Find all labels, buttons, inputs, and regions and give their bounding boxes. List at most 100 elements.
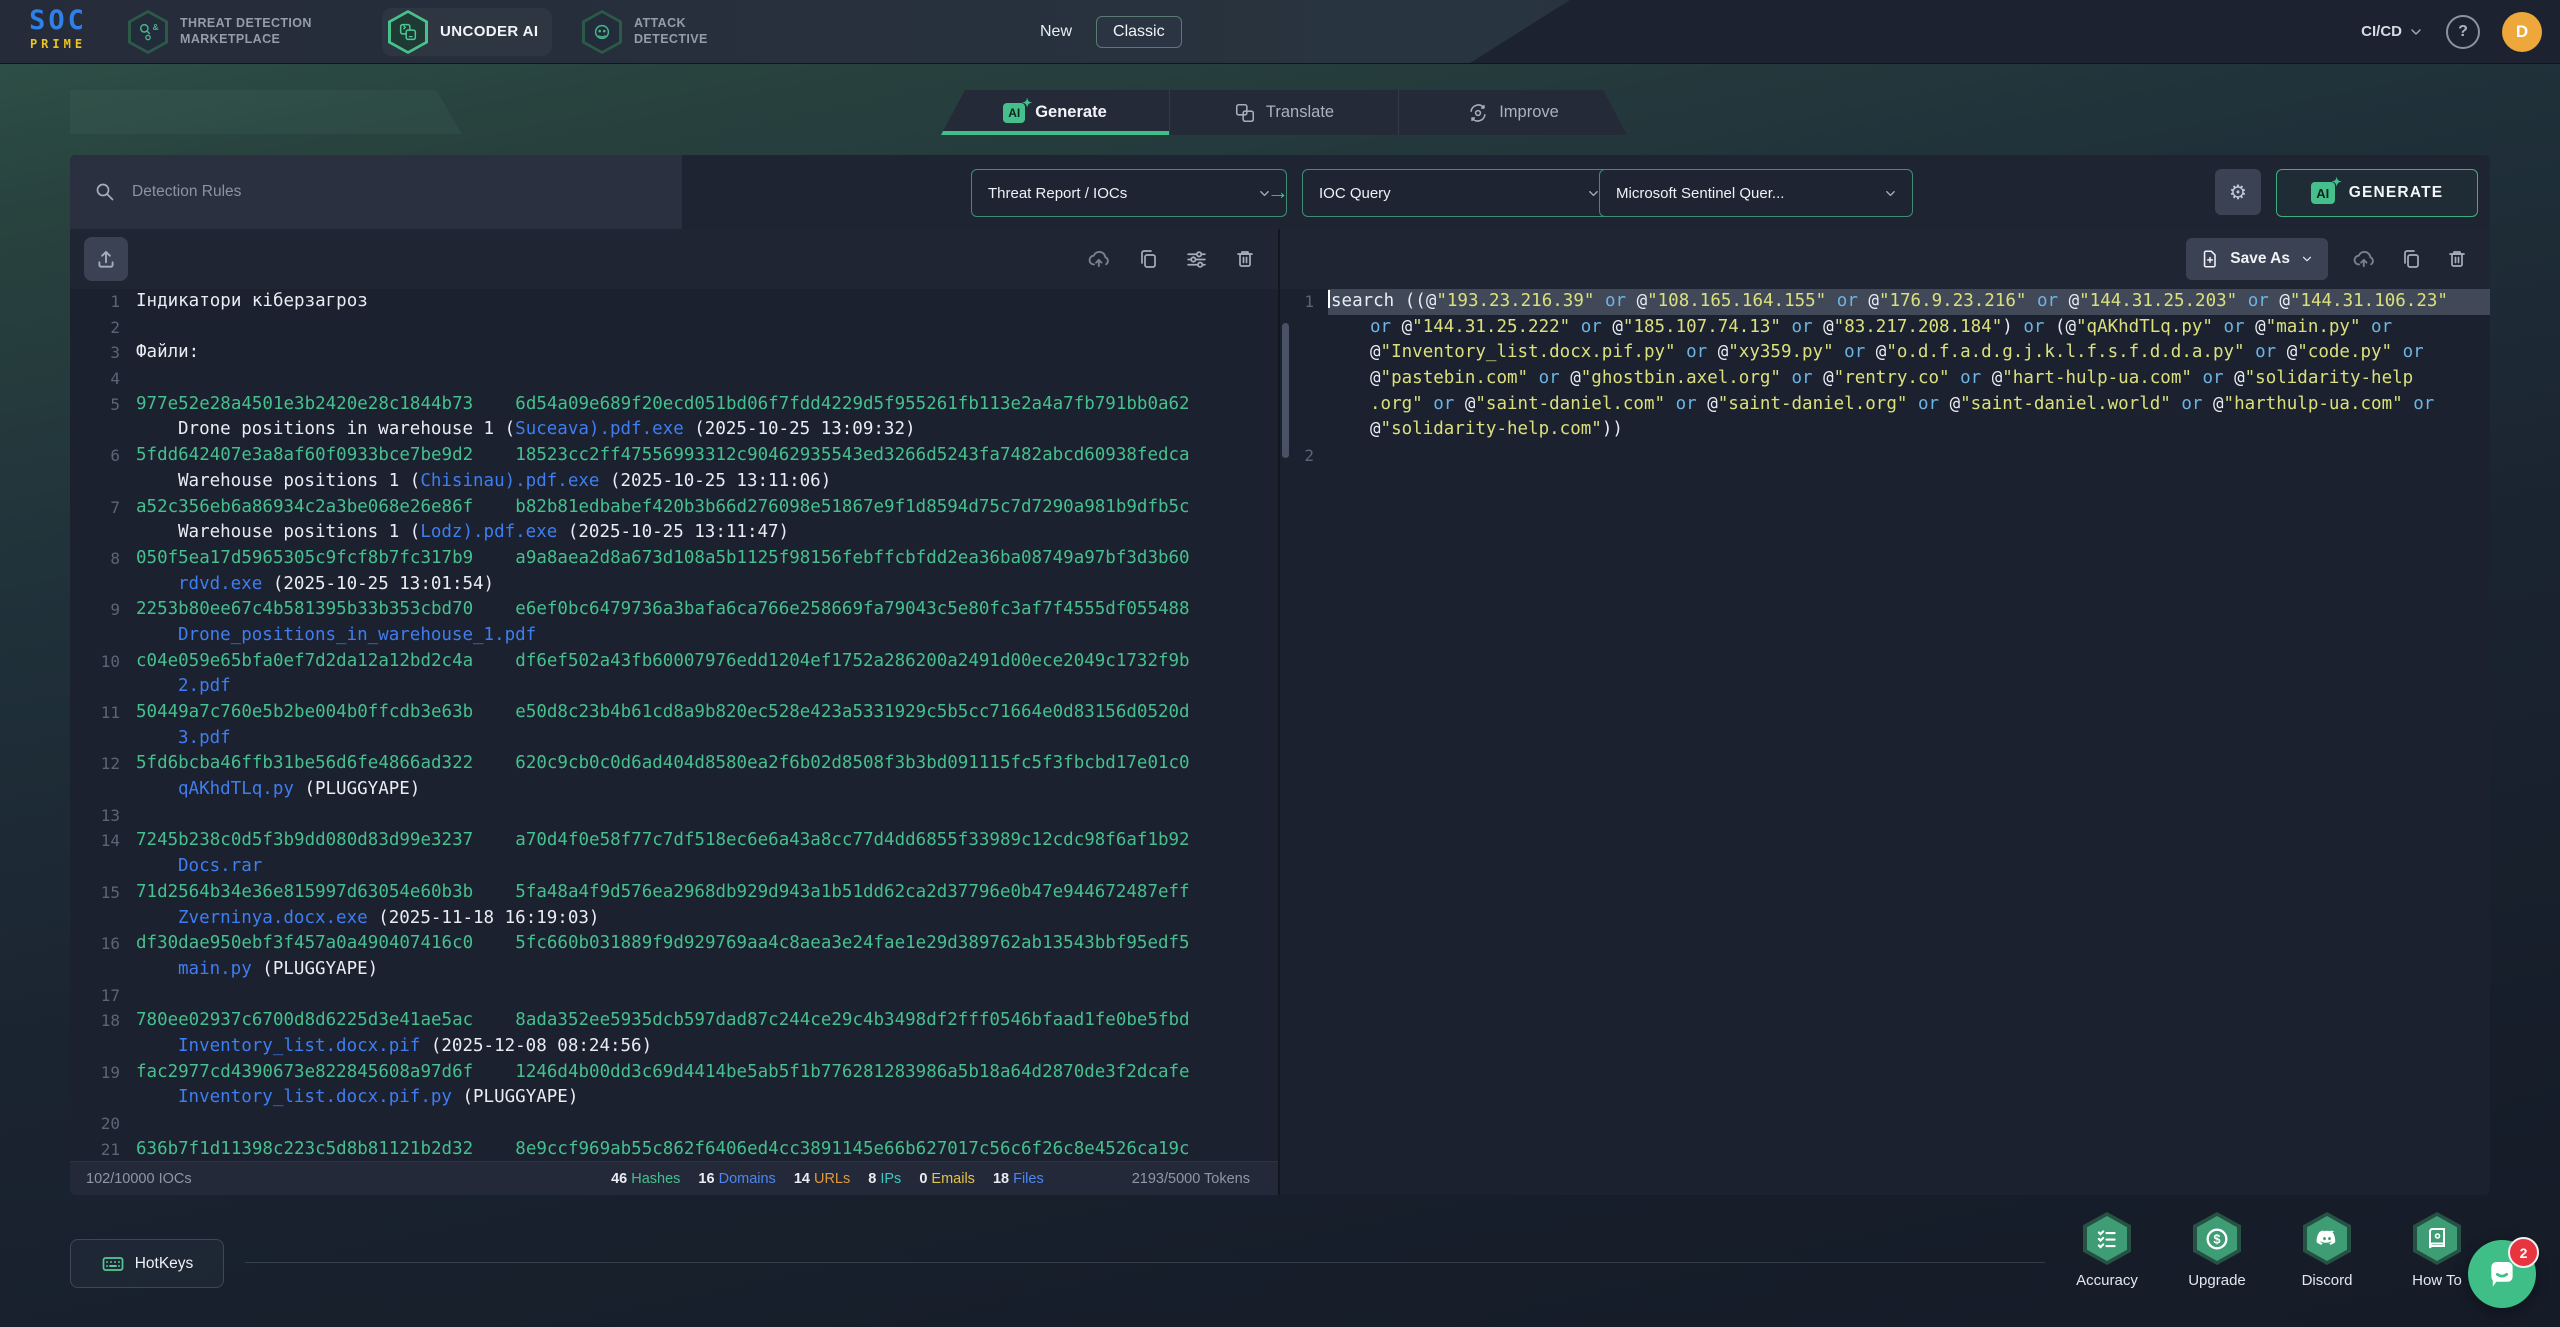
- tab-generate[interactable]: AI✦ Generate: [941, 90, 1170, 135]
- scrollbar-handle[interactable]: [1282, 323, 1289, 458]
- editor-row[interactable]: @"pastebin.com" or @"ghostbin.axel.org" …: [1280, 366, 2490, 392]
- settings-gear-button[interactable]: ⚙: [2215, 169, 2261, 215]
- generate-button[interactable]: AI✦ GENERATE: [2276, 169, 2478, 217]
- socprime-logo[interactable]: SOC PRIME: [16, 7, 100, 50]
- rules-search-box[interactable]: [70, 155, 682, 229]
- ioc-count-ips[interactable]: 8 IPs: [868, 1171, 901, 1187]
- classic-mode-button[interactable]: Classic: [1096, 16, 1182, 48]
- nav-item-uncoder-ai[interactable]: UNCODER AI: [382, 8, 552, 56]
- editor-row[interactable]: Zverninya.docx.exe (2025-11-18 16:19:03): [70, 906, 1278, 932]
- left-editor[interactable]: 1Індикатори кіберзагроз23Файли:45977e52e…: [70, 289, 1278, 1161]
- editor-row[interactable]: Inventory_list.docx.pif.py (PLUGGYAPE): [70, 1085, 1278, 1111]
- clear-output-trash-button[interactable]: [2446, 248, 2468, 270]
- editor-row[interactable]: main.py (PLUGGYAPE): [70, 957, 1278, 983]
- copy-button[interactable]: [2400, 248, 2422, 270]
- line-number: 17: [70, 983, 120, 1009]
- editor-row[interactable]: 147245b238c0d5f3b9dd080d83d99e3237 a70d4…: [70, 828, 1278, 854]
- line-number: 8: [70, 546, 120, 572]
- editor-row[interactable]: or @"144.31.25.222" or @"185.107.74.13" …: [1280, 315, 2490, 341]
- ioc-count-domains[interactable]: 16 Domains: [698, 1171, 775, 1187]
- editor-row[interactable]: qAKhdTLq.py (PLUGGYAPE): [70, 777, 1278, 803]
- editor-row[interactable]: 3.pdf: [70, 726, 1278, 752]
- nav-item-attack-detective[interactable]: ATTACKDETECTIVE: [582, 8, 708, 56]
- ioc-count-hashes[interactable]: 46 Hashes: [611, 1171, 680, 1187]
- target-platform-dropdown[interactable]: Microsoft Sentinel Quer...: [1599, 169, 1913, 217]
- howto-hexagon-icon: [2413, 1212, 2461, 1265]
- filters-button[interactable]: [1185, 248, 1208, 271]
- editor-row[interactable]: rdvd.exe (2025-10-25 13:01:54): [70, 572, 1278, 598]
- line-number: [70, 854, 120, 880]
- editor-row[interactable]: Docs.rar: [70, 854, 1278, 880]
- discord-hexagon-icon: [2303, 1212, 2351, 1265]
- editor-row[interactable]: 20: [70, 1111, 1278, 1137]
- clear-input-trash-button[interactable]: [1234, 248, 1256, 270]
- editor-row[interactable]: 5977e52e28a4501e3b2420e28c1844b73 6d54a0…: [70, 392, 1278, 418]
- editor-row[interactable]: 18780ee02937c6700d8d6225d3e41ae5ac 8ada3…: [70, 1008, 1278, 1034]
- nav-item-threat-detection-marketplace[interactable]: & THREAT DETECTIONMARKETPLACE: [128, 8, 312, 56]
- upload-file-button[interactable]: [84, 237, 128, 281]
- shortcut-accuracy[interactable]: Accuracy: [2052, 1212, 2162, 1289]
- editor-row[interactable]: 8050f5ea17d5965305c9fcf8b7fc317b9 a9a8ae…: [70, 546, 1278, 572]
- editor-row[interactable]: 10c04e059e65bfa0ef7d2da12a12bd2c4a df6ef…: [70, 649, 1278, 675]
- editor-row[interactable]: 3Файли:: [70, 340, 1278, 366]
- line-number: 9: [70, 597, 120, 623]
- new-mode-button[interactable]: New: [1040, 23, 1072, 41]
- right-editor[interactable]: 1search ((@"193.23.216.39" or @"108.165.…: [1280, 289, 2490, 1195]
- shortcut-howto-label: How To: [2412, 1272, 2462, 1289]
- editor-row[interactable]: 92253b80ee67c4b581395b33b353cbd70 e6ef0b…: [70, 597, 1278, 623]
- editor-row[interactable]: .org" or @"saint-daniel.com" or @"saint-…: [1280, 392, 2490, 418]
- source-format-dropdown[interactable]: Threat Report / IOCs: [971, 169, 1287, 217]
- ioc-count-emails[interactable]: 0 Emails: [919, 1171, 975, 1187]
- cloud-upload-button[interactable]: [2352, 247, 2376, 271]
- save-as-button[interactable]: Save As: [2186, 238, 2328, 280]
- editor-row[interactable]: 1search ((@"193.23.216.39" or @"108.165.…: [1280, 289, 2490, 315]
- copy-button[interactable]: [1137, 248, 1159, 270]
- editor-row[interactable]: 13: [70, 803, 1278, 829]
- svg-text:$: $: [2213, 1231, 2220, 1246]
- search-icon: [94, 181, 116, 203]
- editor-row[interactable]: 7a52c356eb6a86934c2a3be068e26e86f b82b81…: [70, 495, 1278, 521]
- shortcut-upgrade[interactable]: $ Upgrade: [2162, 1212, 2272, 1289]
- top-toolbar: Threat Report / IOCs → IOC Query Microso…: [70, 155, 2490, 229]
- line-number: 15: [70, 880, 120, 906]
- ioc-count-files[interactable]: 18 Files: [993, 1171, 1044, 1187]
- editor-row[interactable]: 19fac2977cd4390673e822845608a97d6f 1246d…: [70, 1060, 1278, 1086]
- editor-row[interactable]: 2.pdf: [70, 674, 1278, 700]
- line-number: 14: [70, 828, 120, 854]
- help-button[interactable]: ?: [2446, 15, 2480, 49]
- line-number: 3: [70, 340, 120, 366]
- editor-row[interactable]: 21636b7f1d11398c223c5d8b81121b2d32 8e9cc…: [70, 1137, 1278, 1161]
- content-type-dropdown[interactable]: IOC Query: [1302, 169, 1616, 217]
- editor-row[interactable]: @"Inventory_list.docx.pif.py" or @"xy359…: [1280, 340, 2490, 366]
- editor-row[interactable]: @"solidarity-help.com")): [1280, 417, 2490, 443]
- editor-row[interactable]: 16df30dae950ebf3f457a0a490407416c0 5fc66…: [70, 931, 1278, 957]
- editor-row[interactable]: Inventory_list.docx.pif (2025-12-08 08:2…: [70, 1034, 1278, 1060]
- chevron-down-icon: [1883, 186, 1898, 201]
- editor-row[interactable]: 4: [70, 366, 1278, 392]
- editor-row[interactable]: Drone_positions_in_warehouse_1.pdf: [70, 623, 1278, 649]
- cicd-dropdown[interactable]: CI/CD: [2361, 23, 2424, 40]
- hotkeys-button[interactable]: HotKeys: [70, 1239, 224, 1288]
- editor-row[interactable]: 125fd6bcba46ffb31be56d6fe4866ad322 620c9…: [70, 751, 1278, 777]
- shortcut-discord[interactable]: Discord: [2272, 1212, 2382, 1289]
- tab-improve[interactable]: Improve: [1399, 90, 1627, 135]
- editor-row[interactable]: 2: [70, 315, 1278, 341]
- user-avatar[interactable]: D: [2502, 12, 2542, 52]
- intercom-chat-button[interactable]: 2: [2468, 1240, 2536, 1308]
- editor-row[interactable]: 2: [1280, 443, 2490, 469]
- editor-row[interactable]: 1Індикатори кіберзагроз: [70, 289, 1278, 315]
- marketplace-label-line1: THREAT DETECTION: [180, 16, 312, 30]
- editor-row[interactable]: 1150449a7c760e5b2be004b0ffcdb3e63b e50d8…: [70, 700, 1278, 726]
- editor-row[interactable]: 65fdd642407e3a8af60f0933bce7be9d2 18523c…: [70, 443, 1278, 469]
- editor-row[interactable]: 17: [70, 983, 1278, 1009]
- editor-row[interactable]: 1571d2564b34e36e815997d63054e60b3b 5fa48…: [70, 880, 1278, 906]
- detection-rules-search-input[interactable]: [130, 182, 574, 202]
- editor-row[interactable]: Drone positions in warehouse 1 (Suceava)…: [70, 417, 1278, 443]
- ioc-count-urls[interactable]: 14 URLs: [794, 1171, 850, 1187]
- editor-row[interactable]: Warehouse positions 1 (Chisinau).pdf.exe…: [70, 469, 1278, 495]
- logo-soc-text: SOC: [16, 7, 100, 34]
- editor-row[interactable]: Warehouse positions 1 (Lodz).pdf.exe (20…: [70, 520, 1278, 546]
- line-number: 11: [70, 700, 120, 726]
- cloud-upload-button[interactable]: [1087, 247, 1111, 271]
- tab-translate[interactable]: Translate: [1170, 90, 1399, 135]
